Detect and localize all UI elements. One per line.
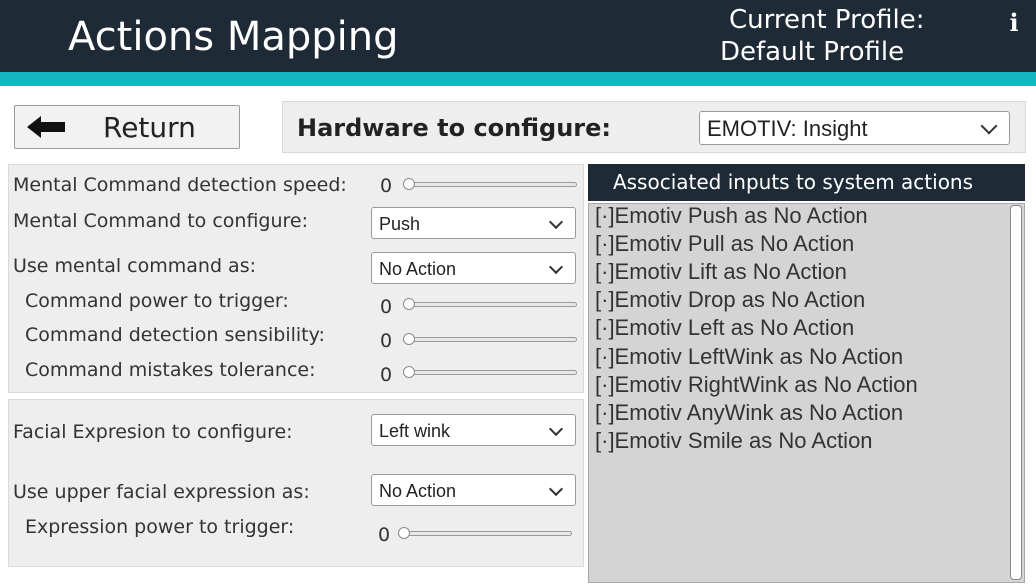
expression-power-label: Expression power to trigger:: [25, 516, 295, 538]
associations-scrollbar[interactable]: [1010, 205, 1022, 580]
speed-slider-track: [403, 182, 577, 187]
list-item[interactable]: [·]Emotiv AnyWink as No Action: [595, 400, 903, 426]
arrow-left-icon: [27, 116, 65, 138]
hardware-select[interactable]: EMOTIV: Insight: [699, 111, 1010, 145]
speed-value: 0: [380, 175, 393, 197]
chevron-down-icon: [980, 117, 998, 135]
command-sensibility-slider-track: [403, 337, 577, 342]
associations-title: Associated inputs to system actions: [612, 170, 974, 194]
hardware-label: Hardware to configure:: [297, 114, 612, 142]
list-item[interactable]: [·]Emotiv Lift as No Action: [595, 259, 847, 285]
command-tolerance-slider-handle[interactable]: [403, 366, 415, 378]
expression-power-value: 0: [378, 524, 391, 546]
list-item[interactable]: [·]Emotiv LeftWink as No Action: [595, 344, 903, 370]
mental-command-label: Mental Command to configure:: [13, 210, 309, 232]
return-button-label: Return: [103, 111, 196, 144]
chevron-down-icon: [548, 481, 564, 497]
command-tolerance-value: 0: [380, 364, 393, 386]
speed-slider-handle[interactable]: [403, 178, 415, 190]
current-profile-label: Current Profile:: [729, 5, 925, 35]
command-sensibility-value: 0: [380, 330, 393, 352]
mental-use-as-select[interactable]: No Action: [371, 252, 576, 284]
facial-expression-label: Facial Expresion to configure:: [13, 421, 293, 443]
facial-expression-select[interactable]: Left wink: [371, 414, 576, 446]
command-power-value: 0: [380, 296, 393, 318]
command-tolerance-label: Command mistakes tolerance:: [25, 359, 316, 381]
return-button[interactable]: Return: [14, 105, 240, 149]
mental-use-as-select-value: No Action: [379, 259, 457, 279]
expression-power-slider-handle[interactable]: [398, 527, 410, 539]
command-power-label: Command power to trigger:: [25, 290, 289, 312]
list-item[interactable]: [·]Emotiv Push as No Action: [595, 203, 868, 229]
chevron-down-icon: [548, 214, 564, 230]
mental-command-select[interactable]: Push: [371, 207, 576, 239]
mental-command-select-value: Push: [379, 214, 421, 234]
command-sensibility-label: Command detection sensibility:: [25, 324, 325, 346]
command-power-slider-handle[interactable]: [403, 298, 415, 310]
current-profile-name: Default Profile: [720, 37, 905, 67]
mental-use-as-label: Use mental command as:: [13, 255, 257, 277]
command-tolerance-slider[interactable]: [403, 366, 577, 380]
header-accent-bar: [0, 72, 1036, 86]
command-power-slider[interactable]: [403, 298, 577, 312]
facial-expression-select-value: Left wink: [379, 421, 451, 441]
chevron-down-icon: [548, 421, 564, 437]
page-title: Actions Mapping: [68, 14, 399, 60]
speed-slider[interactable]: [403, 178, 577, 192]
list-item[interactable]: [·]Emotiv Pull as No Action: [595, 231, 854, 257]
command-sensibility-slider[interactable]: [403, 333, 577, 347]
list-item[interactable]: [·]Emotiv Drop as No Action: [595, 287, 865, 313]
expression-power-slider-track: [398, 531, 572, 536]
list-item[interactable]: [·]Emotiv Left as No Action: [595, 315, 854, 341]
facial-use-as-label: Use upper facial expression as:: [13, 481, 310, 503]
speed-label: Mental Command detection speed:: [13, 174, 347, 196]
facial-use-as-select[interactable]: No Action: [371, 474, 576, 506]
command-power-slider-track: [403, 302, 577, 307]
chevron-down-icon: [548, 259, 564, 275]
list-item[interactable]: [·]Emotiv RightWink as No Action: [595, 372, 918, 398]
command-tolerance-slider-track: [403, 370, 577, 375]
list-item[interactable]: [·]Emotiv Smile as No Action: [595, 428, 873, 454]
info-icon[interactable]: i: [1005, 8, 1023, 38]
hardware-select-value: EMOTIV: Insight: [707, 116, 868, 141]
command-sensibility-slider-handle[interactable]: [403, 333, 415, 345]
facial-use-as-select-value: No Action: [379, 481, 457, 501]
expression-power-slider[interactable]: [398, 527, 572, 541]
